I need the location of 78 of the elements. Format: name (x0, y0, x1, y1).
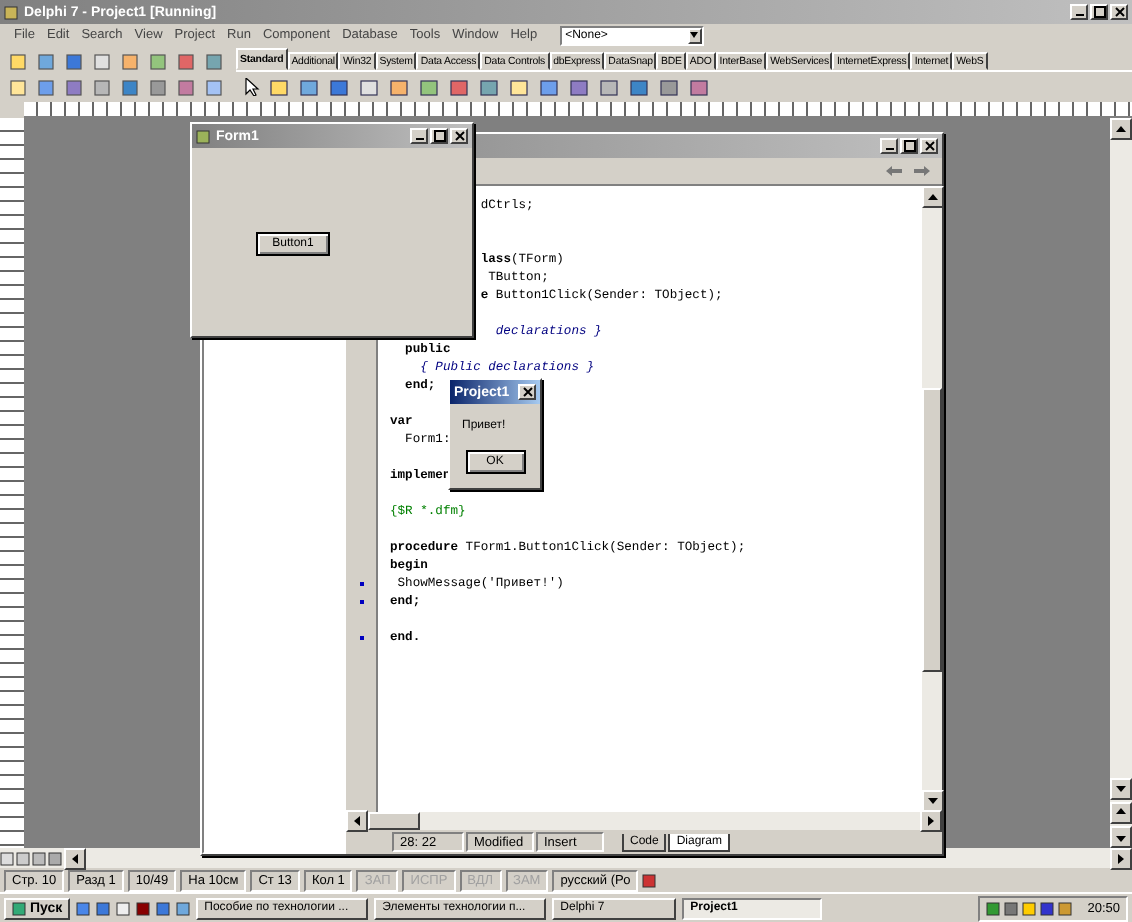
arrow-icon (70, 853, 80, 863)
scroll-down-button[interactable] (922, 790, 944, 812)
minimize-button[interactable] (1070, 4, 1088, 20)
toolbar-button[interactable] (146, 50, 170, 72)
scroll-left-button[interactable] (64, 847, 86, 869)
component-button[interactable] (686, 76, 710, 98)
toolbar-button[interactable] (146, 76, 170, 98)
component-button[interactable] (656, 76, 680, 98)
component-button[interactable] (416, 76, 440, 98)
maximize-button[interactable] (900, 138, 918, 154)
component-button[interactable] (566, 76, 590, 98)
scroll-thumb[interactable] (368, 812, 420, 830)
close-icon (923, 140, 935, 152)
toolbar-button[interactable] (118, 76, 142, 98)
arrow-icon (1116, 808, 1126, 818)
toolbar-button[interactable] (62, 76, 86, 98)
toolbar-button[interactable] (62, 50, 86, 72)
maximize-icon (1093, 6, 1105, 18)
toolbar-button[interactable] (6, 76, 30, 98)
scroll-right-button[interactable] (1110, 847, 1132, 869)
minimize-button[interactable] (410, 128, 428, 144)
horizontal-scrollbar[interactable] (346, 812, 942, 830)
arrow-icon (928, 192, 938, 202)
scroll-up-button[interactable] (1110, 118, 1132, 140)
maximize-icon (903, 140, 915, 152)
toolbar-button[interactable] (34, 50, 58, 72)
minimize-button[interactable] (880, 138, 898, 154)
component-button[interactable] (446, 76, 470, 98)
toolbar-button[interactable] (118, 50, 142, 72)
toolbar-button[interactable] (174, 76, 198, 98)
toolbar-button[interactable] (202, 76, 226, 98)
component-button[interactable] (476, 76, 500, 98)
toolbar-button[interactable] (6, 50, 30, 72)
previous-page-button[interactable] (1110, 802, 1132, 824)
arrow-icon (1116, 832, 1126, 842)
pointer-icon[interactable] (244, 78, 260, 96)
maximize-button[interactable] (1090, 4, 1108, 20)
scroll-right-button[interactable] (920, 810, 942, 832)
arrow-icon (1116, 784, 1126, 794)
dropdown-arrow-icon (690, 32, 699, 38)
close-icon (521, 386, 533, 398)
scroll-thumb[interactable] (922, 387, 942, 671)
back-arrow-icon[interactable] (886, 166, 902, 176)
close-button[interactable] (1110, 4, 1128, 20)
component-button[interactable] (296, 76, 320, 98)
arrow-icon (352, 816, 362, 826)
component-button[interactable] (626, 76, 650, 98)
code-area[interactable] (378, 186, 922, 812)
close-icon (1113, 6, 1125, 18)
component-button[interactable] (536, 76, 560, 98)
component-button[interactable] (596, 76, 620, 98)
toolbar-button[interactable] (34, 76, 58, 98)
vertical-scrollbar[interactable] (922, 186, 942, 812)
arrow-icon (1116, 124, 1126, 134)
close-button[interactable] (518, 384, 536, 400)
maximize-button[interactable] (430, 128, 448, 144)
close-button[interactable] (920, 138, 938, 154)
close-icon (453, 130, 465, 142)
component-button[interactable] (356, 76, 380, 98)
form-icon (196, 129, 210, 143)
component-button[interactable] (326, 76, 350, 98)
close-button[interactable] (450, 128, 468, 144)
toolbar-button[interactable] (202, 50, 226, 72)
forward-arrow-icon[interactable] (914, 166, 930, 176)
component-button[interactable] (506, 76, 530, 98)
arrow-icon (1116, 853, 1126, 863)
scroll-left-button[interactable] (346, 810, 368, 832)
toolbar-button[interactable] (90, 76, 114, 98)
toolbar-button[interactable] (174, 50, 198, 72)
component-button[interactable] (386, 76, 410, 98)
document-scrollbar[interactable] (1110, 118, 1132, 848)
maximize-icon (433, 130, 445, 142)
component-button[interactable] (266, 76, 290, 98)
scroll-down-button[interactable] (1110, 778, 1132, 800)
app-icon (4, 5, 18, 19)
scroll-up-button[interactable] (922, 186, 944, 208)
toolbar-button[interactable] (90, 50, 114, 72)
next-page-button[interactable] (1110, 826, 1132, 848)
